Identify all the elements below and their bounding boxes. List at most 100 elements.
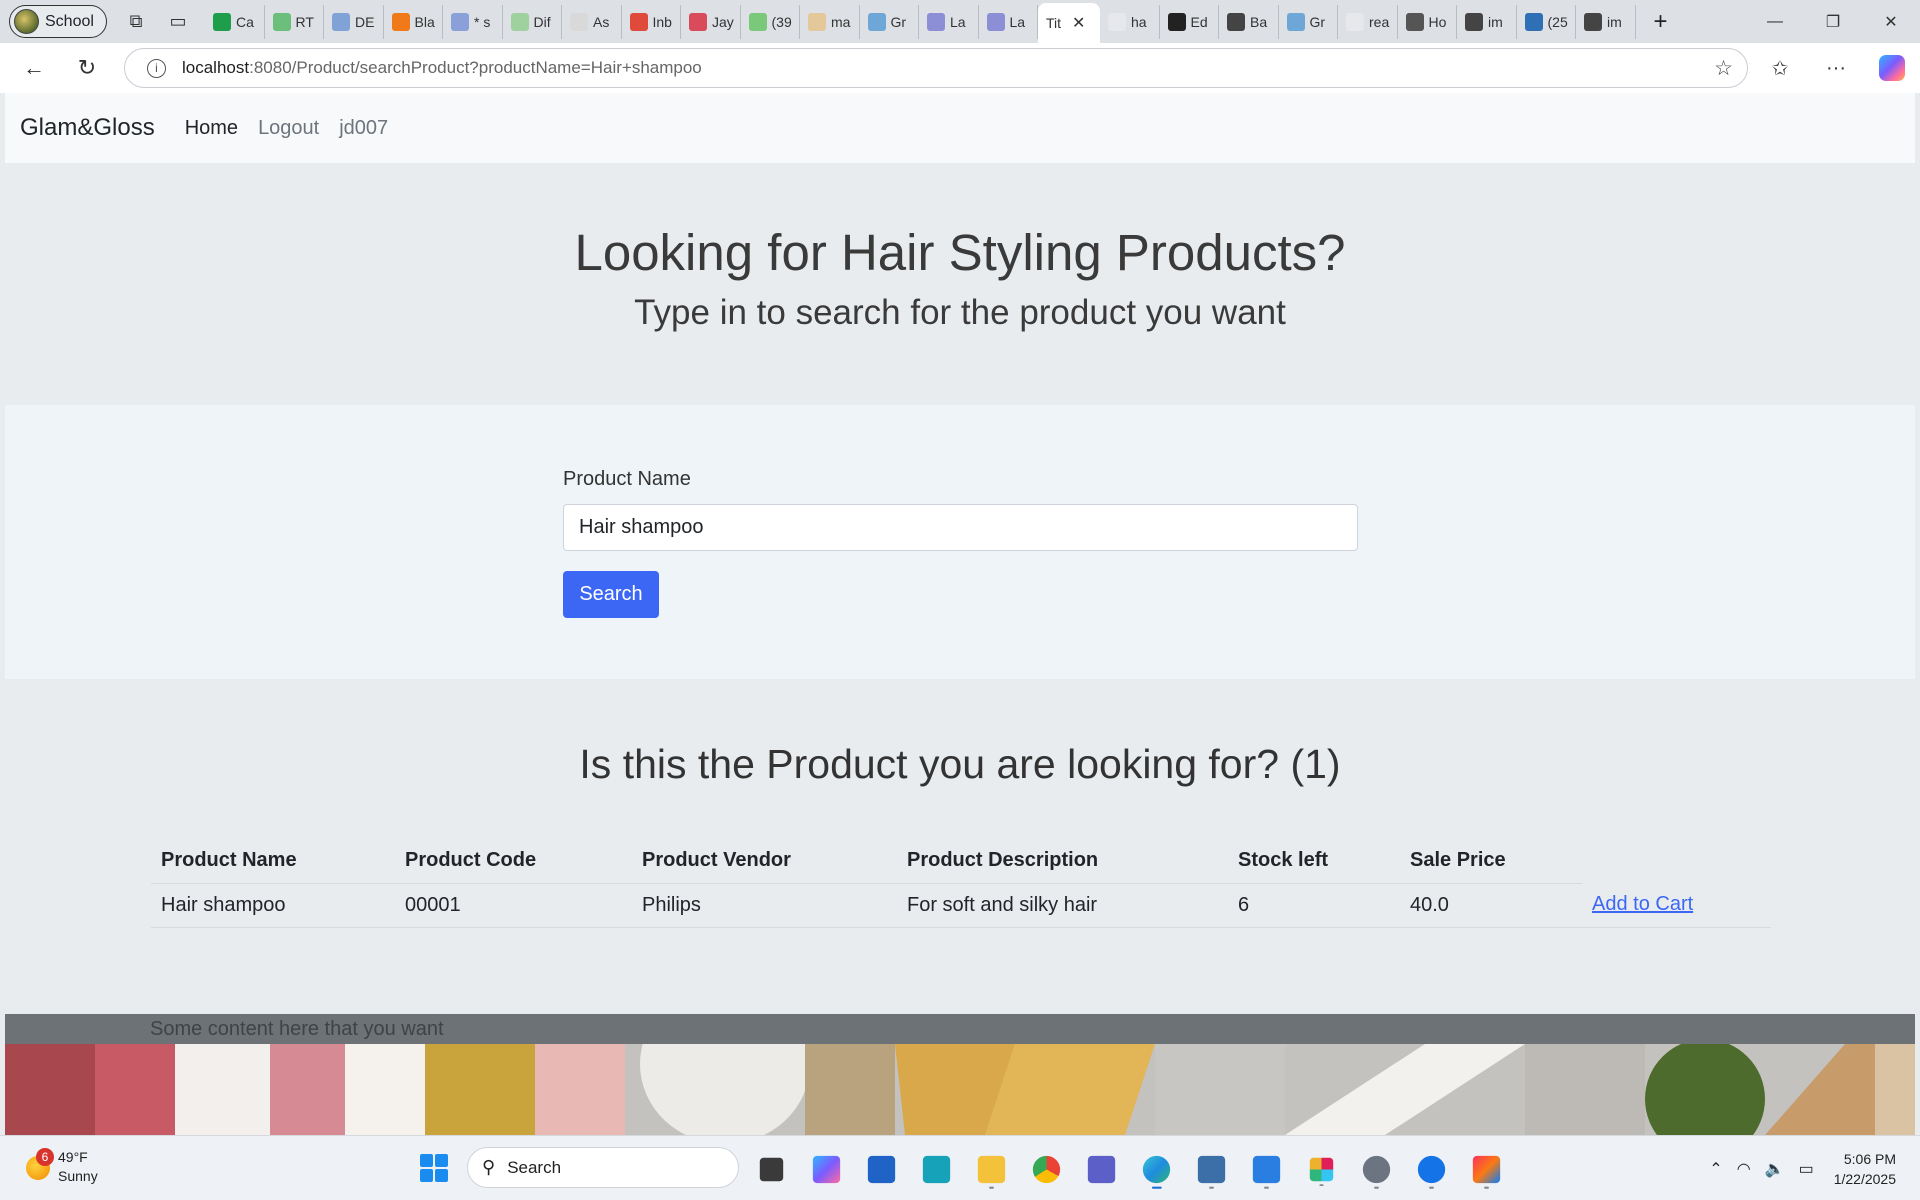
- more-menu-icon[interactable]: ···: [1808, 57, 1864, 80]
- browser-tab[interactable]: rea: [1338, 4, 1398, 39]
- clock-time: 5:06 PM: [1843, 1150, 1896, 1167]
- tab-favicon-icon: [510, 12, 529, 31]
- browser-tab[interactable]: im: [1457, 4, 1517, 39]
- back-icon[interactable]: ←: [16, 50, 52, 86]
- tab-label: Inb: [652, 13, 672, 30]
- browser-tab[interactable]: Bla: [384, 4, 443, 39]
- taskbar-apps: [752, 1150, 1506, 1189]
- browser-tab[interactable]: DE: [324, 4, 384, 39]
- tab-label: Dif: [533, 13, 551, 30]
- browser-tab[interactable]: ma: [800, 4, 860, 39]
- header-action: [1582, 839, 1771, 883]
- profile-button[interactable]: School: [9, 5, 107, 38]
- sun-icon: 6: [26, 1148, 54, 1180]
- browser-tab[interactable]: La: [919, 4, 979, 39]
- maps-icon[interactable]: [1417, 1155, 1446, 1189]
- file-explorer-icon[interactable]: [977, 1155, 1006, 1189]
- browser-tab[interactable]: RT: [265, 4, 324, 39]
- wifi-icon[interactable]: ◠: [1737, 1159, 1751, 1179]
- taskbar-search[interactable]: ⚲ Search: [467, 1147, 739, 1188]
- tab-favicon-icon: [570, 12, 588, 31]
- start-button[interactable]: [420, 1154, 448, 1182]
- browser-tab[interactable]: As: [562, 4, 622, 39]
- cell-sale-price: 40.0: [1400, 883, 1582, 928]
- url-text[interactable]: localhost:8080/Product/searchProduct?pro…: [182, 58, 702, 78]
- browser-tab[interactable]: La: [979, 4, 1038, 39]
- header-product-name: Product Name: [151, 839, 395, 884]
- browser-tab[interactable]: Gr: [860, 4, 919, 39]
- restore-icon[interactable]: ❐: [1804, 0, 1862, 43]
- task-view-icon[interactable]: [759, 1157, 784, 1182]
- chrome-icon[interactable]: [1032, 1155, 1061, 1184]
- tab-favicon-icon: [1286, 12, 1305, 31]
- nav-user-link[interactable]: jd007: [339, 117, 388, 140]
- nav-home-link[interactable]: Home: [185, 117, 238, 140]
- address-bar[interactable]: i localhost:8080/Product/searchProduct?p…: [124, 48, 1748, 88]
- edge-icon[interactable]: [1142, 1155, 1171, 1189]
- battery-icon[interactable]: ▭: [1799, 1159, 1814, 1179]
- browser-tab[interactable]: Ca: [205, 4, 265, 39]
- clock-date: 1/22/2025: [1833, 1170, 1896, 1187]
- tab-label: ha: [1131, 13, 1147, 30]
- tab-favicon-icon: [451, 12, 469, 31]
- profile-avatar: [14, 9, 39, 34]
- tab-label: Ho: [1428, 13, 1447, 30]
- favorites-icon[interactable]: ✩: [1752, 56, 1808, 81]
- browser-tab[interactable]: Ed: [1160, 4, 1219, 39]
- browser-tab[interactable]: Jay: [681, 4, 741, 39]
- app-teal-icon[interactable]: [922, 1155, 951, 1184]
- browser-tab[interactable]: im: [1576, 4, 1636, 39]
- notepad-icon[interactable]: [1252, 1155, 1281, 1189]
- minimize-icon[interactable]: —: [1746, 0, 1804, 43]
- chevron-up-icon[interactable]: ⌃: [1709, 1159, 1722, 1179]
- favorite-star-icon[interactable]: ☆: [1714, 56, 1733, 81]
- brand-logo[interactable]: Glam&Gloss: [20, 114, 155, 142]
- tab-label: DE: [355, 13, 375, 30]
- copilot-app-icon[interactable]: [812, 1155, 841, 1184]
- browser-tab[interactable]: (25: [1517, 4, 1576, 39]
- add-to-cart-link[interactable]: Add to Cart: [1592, 893, 1693, 915]
- browser-tab-strip: School ⧉ ▭ Ca RT DE Bla * s Dif As Inb Jay (39 ma G…: [0, 0, 1920, 43]
- product-name-input[interactable]: [563, 504, 1358, 551]
- browser-tab[interactable]: Ba: [1219, 4, 1279, 39]
- reload-icon[interactable]: ↻: [69, 50, 105, 86]
- results-table: Product Name Product Code Product Vendor…: [151, 839, 1771, 928]
- header-product-code: Product Code: [395, 839, 632, 884]
- search-form: Product Name Search: [563, 468, 1358, 618]
- clock[interactable]: 5:06 PM 1/22/2025: [1834, 1149, 1896, 1189]
- tab-favicon-icon: [213, 12, 231, 31]
- teams-icon[interactable]: [1087, 1155, 1116, 1184]
- tab-label: Ed: [1190, 13, 1208, 30]
- close-window-icon[interactable]: ✕: [1862, 0, 1920, 43]
- weather-desc: Sunny: [58, 1168, 98, 1184]
- tab-actions-icon[interactable]: ▭: [163, 7, 193, 37]
- browser-tab-active[interactable]: Tit ✕: [1038, 3, 1100, 43]
- browser-tab[interactable]: * s: [443, 4, 503, 39]
- visual-studio-icon[interactable]: [1197, 1155, 1226, 1189]
- browser-tab[interactable]: (39: [741, 4, 800, 39]
- browser-tab[interactable]: Gr: [1279, 4, 1338, 39]
- browser-tab[interactable]: Ho: [1398, 4, 1457, 39]
- new-tab-button[interactable]: +: [1644, 5, 1678, 39]
- settings-icon[interactable]: [1362, 1155, 1391, 1189]
- tab-close-icon[interactable]: ✕: [1072, 13, 1085, 33]
- store-icon[interactable]: [867, 1155, 896, 1184]
- browser-tab[interactable]: ha: [1100, 4, 1160, 39]
- browser-tab[interactable]: Dif: [503, 4, 562, 39]
- copilot-icon[interactable]: [1864, 55, 1920, 81]
- workspaces-icon[interactable]: ⧉: [121, 7, 151, 37]
- slack-icon[interactable]: [1309, 1157, 1334, 1186]
- tab-favicon-icon: [1167, 12, 1186, 31]
- tab-favicon-icon: [391, 12, 410, 31]
- search-button[interactable]: Search: [563, 571, 659, 618]
- nav-logout-link[interactable]: Logout: [258, 117, 319, 140]
- search-icon: ⚲: [482, 1157, 496, 1177]
- footer-text: Some content here that you want: [150, 1018, 444, 1040]
- browser-tab[interactable]: Inb: [622, 4, 681, 39]
- site-info-icon[interactable]: i: [147, 58, 166, 78]
- volume-icon[interactable]: 🔈: [1765, 1159, 1785, 1179]
- weather-widget[interactable]: 6 49°F Sunny: [26, 1148, 98, 1186]
- intellij-icon[interactable]: [1472, 1155, 1501, 1189]
- tab-favicon-icon: [332, 12, 350, 31]
- cell-product-name: Hair shampoo: [151, 883, 395, 928]
